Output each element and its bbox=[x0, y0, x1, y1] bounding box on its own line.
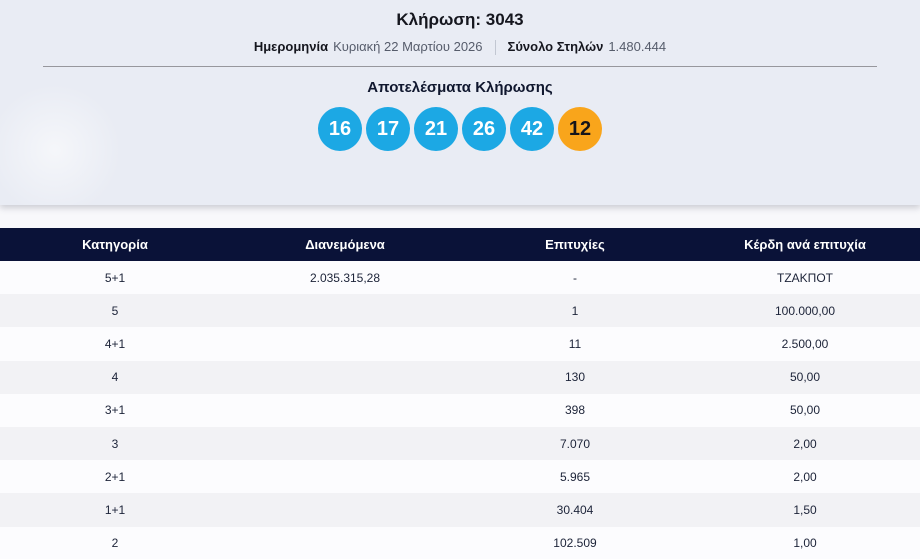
cell-distributed: 2.035.315,28 bbox=[230, 271, 460, 285]
winning-number-ball: 16 bbox=[318, 107, 362, 151]
meta-divider bbox=[495, 40, 496, 55]
column-header-distributed: Διανεμόμενα bbox=[230, 237, 460, 252]
draw-title: Κλήρωση: 3043 bbox=[0, 0, 920, 30]
cell-prize: 1,00 bbox=[690, 536, 920, 550]
table-row: 3 7.070 2,00 bbox=[0, 427, 920, 460]
total-columns-label: Σύνολο Στηλών bbox=[508, 38, 604, 56]
table-row: 4+1 11 2.500,00 bbox=[0, 327, 920, 360]
cell-prize: 2,00 bbox=[690, 437, 920, 451]
cell-category: 4+1 bbox=[0, 337, 230, 351]
horizontal-divider bbox=[43, 66, 877, 67]
cell-winners: 1 bbox=[460, 304, 690, 318]
table-row: 2 102.509 1,00 bbox=[0, 527, 920, 559]
table-row: 5 1 100.000,00 bbox=[0, 294, 920, 327]
cell-winners: 5.965 bbox=[460, 470, 690, 484]
cell-winners: 398 bbox=[460, 403, 690, 417]
table-row: 4 130 50,00 bbox=[0, 361, 920, 394]
cell-winners: 11 bbox=[460, 337, 690, 351]
cell-winners: - bbox=[460, 271, 690, 285]
cell-category: 3+1 bbox=[0, 403, 230, 417]
draw-meta-line: Ημερομηνία Κυριακή 22 Μαρτίου 2026 Σύνολ… bbox=[0, 38, 920, 56]
winning-number-ball: 42 bbox=[510, 107, 554, 151]
table-body: 5+1 2.035.315,28 - ΤΖΑΚΠΟΤ 5 1 100.000,0… bbox=[0, 261, 920, 559]
cell-category: 2 bbox=[0, 536, 230, 550]
table-row: 2+1 5.965 2,00 bbox=[0, 460, 920, 493]
winning-number-ball: 26 bbox=[462, 107, 506, 151]
cell-prize: 100.000,00 bbox=[690, 304, 920, 318]
cell-category: 2+1 bbox=[0, 470, 230, 484]
cell-category: 1+1 bbox=[0, 503, 230, 517]
results-title: Αποτελέσματα Κλήρωσης bbox=[0, 79, 920, 96]
table-row: 1+1 30.404 1,50 bbox=[0, 493, 920, 526]
cell-prize: ΤΖΑΚΠΟΤ bbox=[690, 271, 920, 285]
draw-summary-card: Κλήρωση: 3043 Ημερομηνία Κυριακή 22 Μαρτ… bbox=[0, 0, 920, 205]
cell-prize: 2.500,00 bbox=[690, 337, 920, 351]
table-header-row: Κατηγορία Διανεμόμενα Επιτυχίες Κέρδη αν… bbox=[0, 228, 920, 261]
cell-prize: 2,00 bbox=[690, 470, 920, 484]
winning-number-ball: 21 bbox=[414, 107, 458, 151]
column-header-winners: Επιτυχίες bbox=[460, 237, 690, 252]
cell-category: 3 bbox=[0, 437, 230, 451]
table-row: 5+1 2.035.315,28 - ΤΖΑΚΠΟΤ bbox=[0, 261, 920, 294]
cell-category: 5 bbox=[0, 304, 230, 318]
cell-category: 5+1 bbox=[0, 271, 230, 285]
table-row: 3+1 398 50,00 bbox=[0, 394, 920, 427]
column-header-category: Κατηγορία bbox=[0, 237, 230, 252]
date-value: Κυριακή 22 Μαρτίου 2026 bbox=[333, 38, 482, 56]
column-header-prize: Κέρδη ανά επιτυχία bbox=[690, 237, 920, 252]
date-label: Ημερομηνία bbox=[254, 38, 328, 56]
bonus-number-ball: 12 bbox=[558, 107, 602, 151]
cell-winners: 30.404 bbox=[460, 503, 690, 517]
prize-categories-table: Κατηγορία Διανεμόμενα Επιτυχίες Κέρδη αν… bbox=[0, 228, 920, 559]
cell-winners: 7.070 bbox=[460, 437, 690, 451]
total-columns-value: 1.480.444 bbox=[608, 38, 666, 56]
winning-numbers-row: 16 17 21 26 42 12 bbox=[0, 107, 920, 151]
winning-number-ball: 17 bbox=[366, 107, 410, 151]
cell-prize: 1,50 bbox=[690, 503, 920, 517]
cell-prize: 50,00 bbox=[690, 403, 920, 417]
cell-winners: 130 bbox=[460, 370, 690, 384]
cell-prize: 50,00 bbox=[690, 370, 920, 384]
cell-category: 4 bbox=[0, 370, 230, 384]
cell-winners: 102.509 bbox=[460, 536, 690, 550]
